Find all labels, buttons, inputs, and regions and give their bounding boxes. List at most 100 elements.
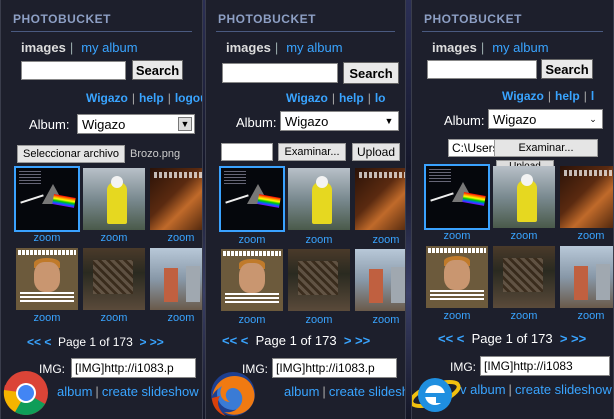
chosen-file-name: Brozo.png	[130, 148, 181, 160]
help-link[interactable]: help	[555, 89, 580, 103]
pager-text: Page 1 of 173	[58, 335, 133, 349]
tab-my-album[interactable]: my album	[286, 40, 342, 55]
album-link[interactable]: album	[284, 384, 319, 399]
thumbnail[interactable]	[83, 168, 145, 230]
zoom-link[interactable]: zoom	[16, 232, 78, 244]
thumbnail[interactable]	[288, 249, 350, 311]
img-code-input[interactable]: [IMG]http://i1083.p	[71, 358, 196, 378]
thumbnail[interactable]	[493, 166, 555, 228]
title-divider	[216, 31, 395, 32]
album-link[interactable]: album	[470, 382, 505, 397]
album-select-value: Wigazo	[82, 116, 126, 132]
thumbnail[interactable]	[221, 249, 283, 311]
slideshow-link[interactable]: create slideshow	[329, 384, 405, 399]
tab-my-album[interactable]: my album	[492, 40, 548, 55]
search-input[interactable]	[222, 63, 338, 83]
pager-next[interactable]: > >>	[139, 335, 163, 349]
thumbnail[interactable]	[560, 246, 613, 308]
zoom-link[interactable]: zoom	[83, 232, 145, 244]
album-label: Album:	[236, 115, 277, 130]
tab-my-album[interactable]: my album	[81, 40, 137, 55]
panel-title: PHOTOBUCKET	[13, 12, 111, 26]
zoom-link[interactable]: zoom	[288, 314, 350, 326]
thumbnail[interactable]	[426, 246, 488, 308]
thumbnail[interactable]	[14, 166, 80, 232]
browse-button[interactable]: Examinar...	[278, 143, 346, 161]
upload-button[interactable]: Upload	[352, 143, 400, 161]
thumbnail[interactable]	[219, 166, 285, 232]
logout-link[interactable]: l	[591, 89, 594, 103]
logout-link[interactable]: lo	[375, 91, 386, 105]
zoom-link[interactable]: zoom	[83, 312, 145, 324]
album-select[interactable]: Wigazo ▼	[77, 114, 195, 134]
bottom-links: v album | create slideshow	[460, 382, 612, 397]
thumbnail[interactable]	[493, 246, 555, 308]
img-code-input[interactable]: [IMG]http://i1083.p	[272, 358, 397, 378]
thumbnail[interactable]	[424, 164, 490, 230]
tab-images[interactable]: images	[432, 40, 477, 55]
help-link[interactable]: help	[139, 91, 164, 105]
zoom-link[interactable]: zoom	[560, 310, 613, 322]
album-link[interactable]: album	[57, 384, 92, 399]
internet-explorer-logo-icon	[412, 378, 461, 412]
zoom-link[interactable]: zoom	[355, 314, 405, 326]
browse-button[interactable]: Examinar...	[494, 139, 598, 157]
pager-text: Page 1 of 173	[471, 331, 553, 346]
thumbnail[interactable]	[150, 248, 202, 310]
zoom-link[interactable]: zoom	[221, 314, 283, 326]
album-label: Album:	[444, 113, 485, 128]
user-links: Wigazo|help|logou	[86, 91, 202, 105]
search-button[interactable]: Search	[541, 59, 593, 79]
logout-link[interactable]: logou	[175, 91, 202, 105]
zoom-link[interactable]: zoom	[493, 310, 555, 322]
pager-prev[interactable]: << <	[438, 331, 464, 346]
tab-images[interactable]: images	[226, 40, 271, 55]
pager-prev[interactable]: << <	[27, 335, 51, 349]
tab-images[interactable]: images	[21, 40, 66, 55]
thumbnail[interactable]	[83, 248, 145, 310]
search-input[interactable]	[427, 60, 537, 79]
zoom-link[interactable]: zoom	[221, 234, 283, 246]
file-path-input[interactable]	[221, 143, 273, 161]
pager-prev[interactable]: << <	[222, 333, 248, 348]
panel-title: PHOTOBUCKET	[424, 12, 522, 26]
thumbnail[interactable]	[560, 166, 613, 228]
help-link[interactable]: help	[339, 91, 364, 105]
slideshow-link[interactable]: create slideshow	[515, 382, 612, 397]
search-input[interactable]	[21, 61, 126, 80]
zoom-link[interactable]: zoom	[560, 230, 613, 242]
zoom-link[interactable]: zoom	[355, 234, 405, 246]
thumbnail[interactable]	[355, 168, 405, 230]
username-link[interactable]: Wigazo	[502, 89, 544, 103]
zoom-link[interactable]: zoom	[16, 312, 78, 324]
album-select-value: Wigazo	[285, 113, 329, 129]
thumbnail[interactable]	[355, 249, 405, 311]
username-link[interactable]: Wigazo	[286, 91, 328, 105]
user-links: Wigazo | help | lo	[286, 91, 386, 105]
firefox-panel: PHOTOBUCKET images | my album Search Wigaz…	[205, 0, 406, 419]
bottom-links: album|create slideshow	[57, 384, 199, 399]
album-select[interactable]: Wigazo ▼	[280, 111, 399, 131]
pager: << < Page 1 of 173 > >>	[222, 333, 370, 348]
thumbnail[interactable]	[288, 168, 350, 230]
slideshow-link[interactable]: create slideshow	[102, 384, 199, 399]
img-code-input[interactable]: [IMG]http://i1083	[480, 356, 610, 376]
firefox-logo-icon	[211, 372, 255, 416]
zoom-link[interactable]: zoom	[150, 312, 202, 324]
pager-next[interactable]: > >>	[560, 331, 586, 346]
thumbnail[interactable]	[150, 168, 202, 230]
thumbnail[interactable]	[16, 248, 78, 310]
username-link[interactable]: Wigazo	[86, 91, 128, 105]
choose-file-button[interactable]: Seleccionar archivo	[17, 145, 125, 163]
search-button[interactable]: Search	[132, 60, 183, 80]
zoom-link[interactable]: zoom	[493, 230, 555, 242]
zoom-link[interactable]: zoom	[288, 234, 350, 246]
title-divider	[422, 31, 603, 32]
zoom-link[interactable]: zoom	[150, 232, 202, 244]
album-select[interactable]: Wigazo ⌄	[488, 109, 603, 129]
zoom-link[interactable]: zoom	[426, 310, 488, 322]
zoom-link[interactable]: zoom	[426, 230, 488, 242]
panel-title: PHOTOBUCKET	[218, 12, 316, 26]
pager-next[interactable]: > >>	[344, 333, 370, 348]
search-button[interactable]: Search	[343, 62, 399, 84]
